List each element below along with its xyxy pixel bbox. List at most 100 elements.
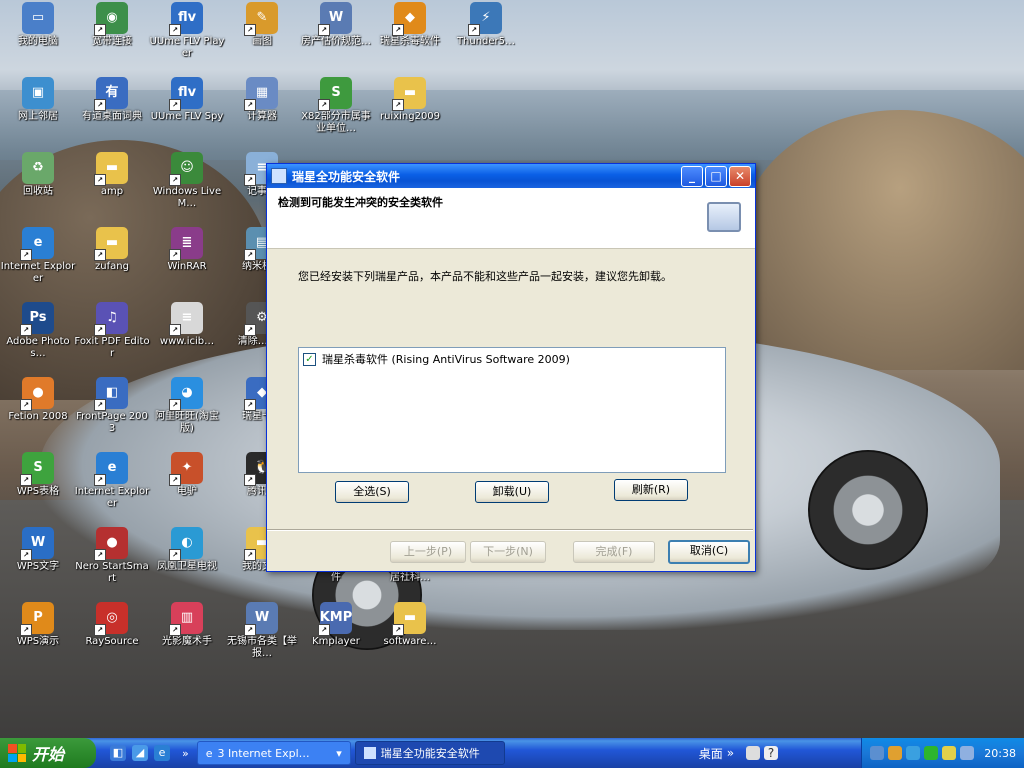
update-tray-icon[interactable] <box>960 746 975 760</box>
desktop-icon-label: zufang <box>95 261 129 272</box>
conflict-list[interactable]: ✓ 瑞星杀毒软件 (Rising AntiVirus Software 2009… <box>298 347 726 473</box>
desktop-icon[interactable]: W ↗ WPS文字 <box>0 527 76 573</box>
list-item[interactable]: ✓ 瑞星杀毒软件 (Rising AntiVirus Software 2009… <box>299 348 725 370</box>
shortcut-arrow-icon: ↗ <box>244 399 256 411</box>
connection-tray-icon[interactable] <box>924 746 939 760</box>
desktop-icon[interactable]: flv ↗ UUme FLV Player <box>149 2 225 60</box>
desktop-icon[interactable]: ◎ ↗ RaySource <box>74 602 150 648</box>
shortcut-arrow-icon: ↗ <box>169 324 181 336</box>
shortcut-arrow-icon: ↗ <box>94 24 106 36</box>
desktop-icon[interactable]: ▬ ↗ zufang <box>74 227 150 273</box>
desktop-icon[interactable]: ▣ 网上邻居 <box>0 77 76 123</box>
desktop-icon-label: UUme FLV Spy <box>150 111 224 122</box>
desktop-icon-label: 我的电脑 <box>18 36 58 47</box>
desktop-icon[interactable]: ▬ ↗ ruixing2009 <box>372 77 448 123</box>
desktop-icon[interactable]: 有 ↗ 有道桌面词典 <box>74 77 150 123</box>
media-icon[interactable]: ◢ <box>132 745 148 761</box>
nero-icon: ● ↗ <box>94 527 128 561</box>
desktop-icon[interactable]: ● ↗ Fetion 2008 <box>0 377 76 423</box>
desktop-icon[interactable]: ✎ ↗ 画图 <box>224 2 300 48</box>
desktop-icon-partial[interactable]: 件 <box>298 572 374 584</box>
broadband-connection-icon: ◉ ↗ <box>94 2 128 36</box>
desktop-icon[interactable]: ◕ ↗ 阿里旺旺(淘宝版) <box>149 377 225 435</box>
start-button[interactable]: 开始 <box>0 738 96 768</box>
network-icon[interactable] <box>870 746 885 760</box>
desktop-icon-label: Adobe Photos… <box>6 336 70 359</box>
desktop-icon-label: Windows Live M… <box>152 186 222 209</box>
wallpaper-wheel <box>808 450 928 570</box>
shortcut-arrow-icon: ↗ <box>169 174 181 186</box>
next-button[interactable]: 下一步(N) <box>470 541 546 563</box>
desktop-icon[interactable]: ◐ ↗ 凤凰卫星电视 <box>149 527 225 573</box>
desktop-icon[interactable]: ≣ ↗ WinRAR <box>149 227 225 273</box>
app-window-icon <box>271 168 287 184</box>
desktop-icon-label: 房产估价规范… <box>301 36 371 47</box>
desktop-icon[interactable]: KMP ↗ Kmplayer <box>298 602 374 648</box>
desktop-icon[interactable]: ☺ ↗ Windows Live M… <box>149 152 225 210</box>
antivirus-tray-icon[interactable] <box>888 746 903 760</box>
finish-button[interactable]: 完成(F) <box>573 541 655 563</box>
desktop-icon-label: UUme FLV Player <box>149 36 225 59</box>
desktop-icon[interactable]: Ps ↗ Adobe Photos… <box>0 302 76 360</box>
desktop-icon-partial[interactable]: 居社科… <box>372 572 448 584</box>
help-icon[interactable]: ? <box>764 746 779 760</box>
desktop-icon-label: X82部分市属事业单位… <box>301 111 371 134</box>
internet-explorer-icon[interactable]: e <box>154 745 170 761</box>
volume-tray-icon[interactable] <box>942 746 957 760</box>
desktop-icon[interactable]: ≡ ↗ www.icib… <box>149 302 225 348</box>
desktop-toolbar-label: 桌面 <box>698 746 723 761</box>
desktop-icon[interactable]: ◉ ↗ 宽带连接 <box>74 2 150 48</box>
show-desktop-icon[interactable]: ◧ <box>110 745 126 761</box>
kmplayer-icon: KMP ↗ <box>318 602 352 636</box>
desktop-icon[interactable]: ♫ ↗ Foxit PDF Editor <box>74 302 150 360</box>
desktop-icon[interactable]: ◆ ↗ 瑞星杀毒软件 <box>372 2 448 48</box>
desktop-icon-label: 凤凰卫星电视 <box>157 561 217 572</box>
shortcut-arrow-icon: ↗ <box>20 249 32 261</box>
desktop-icon[interactable]: ● ↗ Nero StartSmart <box>74 527 150 585</box>
minimize-button[interactable]: _ <box>681 165 703 187</box>
paint-icon: ✎ ↗ <box>244 2 278 36</box>
quick-launch-chevron-icon[interactable]: » <box>182 747 189 760</box>
desktop-icon-label: 宽带连接 <box>92 36 132 47</box>
desktop-icon[interactable]: W ↗ 无锡市各类【举报… <box>224 602 300 660</box>
back-button[interactable]: 上一步(P) <box>390 541 466 563</box>
desktop-icon[interactable]: ▬ ↗ amp <box>74 152 150 198</box>
desktop-icon[interactable]: W ↗ 房产估价规范… <box>298 2 374 48</box>
desktop-icon[interactable]: ▭ 我的电脑 <box>0 2 76 48</box>
messenger-tray-icon[interactable] <box>906 746 921 760</box>
desktop-icon[interactable]: ♻ 回收站 <box>0 152 76 198</box>
desktop-icon[interactable]: ◧ ↗ FrontPage 2003 <box>74 377 150 435</box>
foxit-pdf-editor-icon: ♫ ↗ <box>94 302 128 336</box>
desktop-icon[interactable]: S ↗ WPS表格 <box>0 452 76 498</box>
desktop-icon[interactable]: ⚡ ↗ Thunder5… <box>448 2 524 48</box>
desktop-icon[interactable]: flv ↗ UUme FLV Spy <box>149 77 225 123</box>
clock[interactable]: 20:38 <box>984 747 1016 760</box>
keyboard-icon[interactable] <box>746 746 761 760</box>
dropdown-arrow-icon: ▾ <box>336 746 342 760</box>
taskbar-item-internet-explorer[interactable]: e 3 Internet Expl… ▾ <box>196 741 351 765</box>
select-all-button[interactable]: 全选(S) <box>335 481 409 503</box>
desktop-icon[interactable]: e ↗ Internet Explorer <box>0 227 76 285</box>
desktop-toolbar[interactable]: 桌面 » ? <box>698 745 779 762</box>
dialog-titlebar[interactable]: 瑞星全功能安全软件 _ □ ✕ <box>267 164 755 188</box>
cancel-button[interactable]: 取消(C) <box>668 540 750 564</box>
desktop-icon[interactable]: ▬ ↗ software… <box>372 602 448 648</box>
refresh-button[interactable]: 刷新(R) <box>614 479 688 501</box>
uninstall-button[interactable]: 卸载(U) <box>475 481 549 503</box>
shortcut-arrow-icon: ↗ <box>169 399 181 411</box>
checkbox-checked-icon[interactable]: ✓ <box>303 352 316 366</box>
maximize-button[interactable]: □ <box>705 165 727 187</box>
close-button[interactable]: ✕ <box>729 165 751 187</box>
desktop-icon[interactable]: e ↗ Internet Explorer <box>74 452 150 510</box>
desktop-icon-label: 画图 <box>252 36 272 47</box>
shortcut-arrow-icon: ↗ <box>20 624 32 636</box>
desktop-icon[interactable]: ▥ ↗ 光影魔术手 <box>149 602 225 648</box>
taskbar-item-rising-dialog[interactable]: 瑞星全功能安全软件 <box>354 741 505 765</box>
desktop-icon[interactable]: S ↗ X82部分市属事业单位… <box>298 77 374 135</box>
desktop-icon-label: software… <box>383 636 437 647</box>
desktop-icon[interactable]: ✦ ↗ 电驴 <box>149 452 225 498</box>
desktop-icon[interactable]: ▦ ↗ 计算器 <box>224 77 300 123</box>
taskbar-item-label: 3 Internet Expl… <box>217 746 310 760</box>
folder-icon: ▬ ↗ <box>94 152 128 186</box>
desktop-icon[interactable]: P ↗ WPS演示 <box>0 602 76 648</box>
